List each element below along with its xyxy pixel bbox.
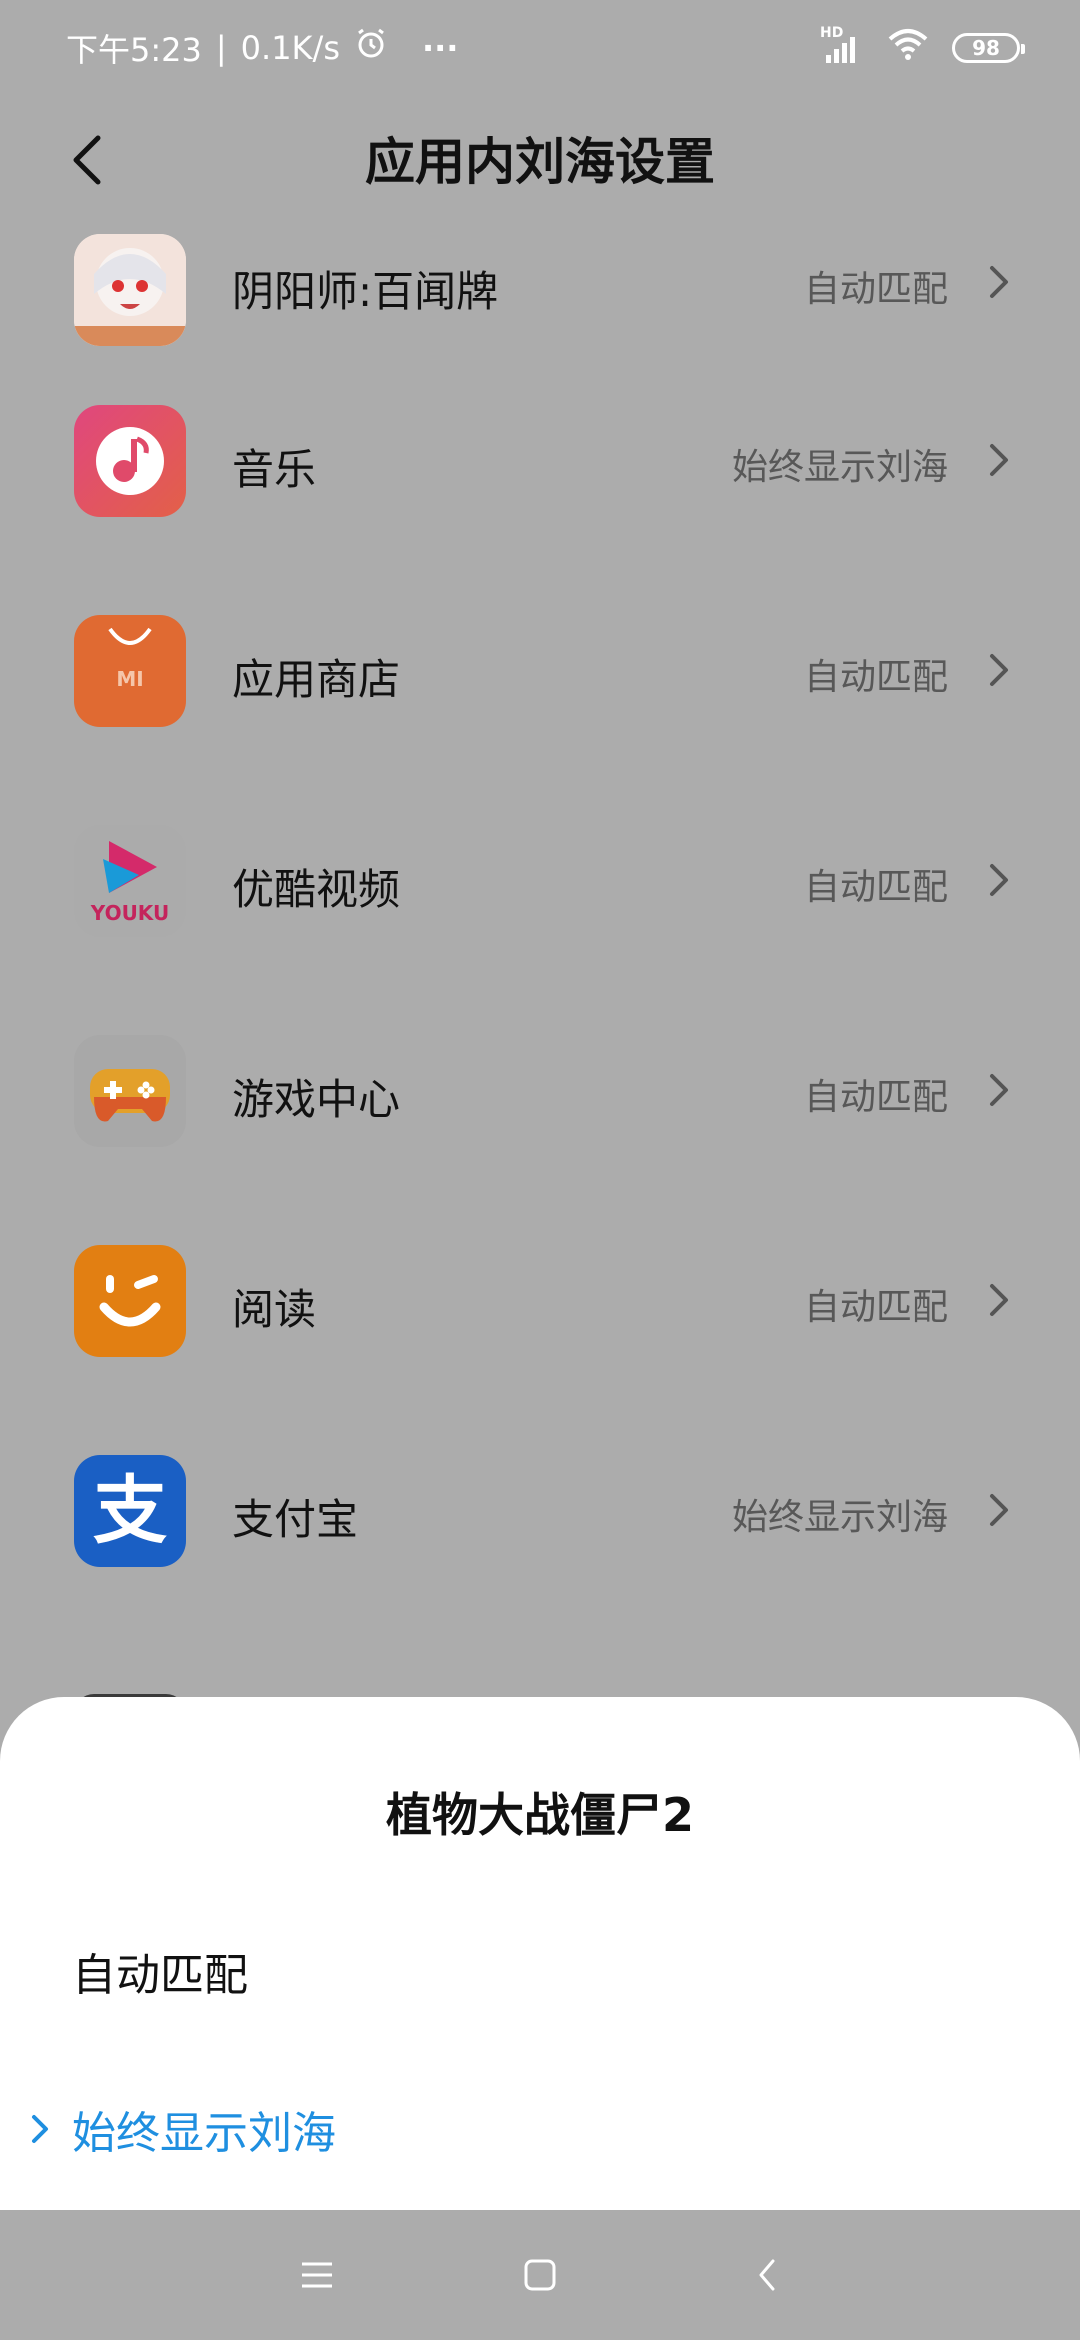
chevron-right-icon — [990, 266, 1008, 298]
youku-icon-text: YOUKU — [90, 901, 170, 925]
app-row[interactable]: 游戏中心 自动匹配 — [0, 986, 1080, 1196]
battery-icon: 98 — [952, 33, 1025, 63]
youku-icon: YOUKU — [74, 825, 186, 937]
app-name: 游戏中心 — [232, 1075, 401, 1124]
app-notch-setting: 自动匹配 — [803, 269, 948, 310]
app-notch-setting: 始终显示刘海 — [731, 447, 948, 488]
chevron-right-icon — [990, 1074, 1008, 1106]
app-name: 阅读 — [232, 1285, 317, 1334]
menu-icon — [302, 2262, 332, 2288]
chevron-right-icon — [990, 1494, 1008, 1526]
alipay-icon-glyph: 支 — [93, 1468, 167, 1554]
navigation-bar — [0, 2210, 1080, 2340]
app-notch-setting: 自动匹配 — [803, 867, 948, 908]
more-notifications-icon: ··· — [421, 29, 459, 67]
app-name: 阴阳师:百闻牌 — [232, 267, 499, 316]
back-nav-button[interactable] — [742, 2250, 792, 2300]
chevron-right-icon — [990, 864, 1008, 896]
option-label: 始终显示刘海 — [72, 2108, 336, 2159]
back-button[interactable] — [60, 132, 116, 188]
app-row[interactable]: 阅读 自动匹配 — [0, 1196, 1080, 1406]
home-icon — [524, 2259, 556, 2291]
app-name: 音乐 — [232, 445, 317, 494]
app-name: 支付宝 — [232, 1495, 359, 1544]
reader-icon — [74, 1245, 186, 1357]
battery-level: 98 — [972, 36, 1000, 60]
page-title: 应用内刘海设置 — [365, 133, 715, 191]
app-notch-setting: 自动匹配 — [803, 1287, 948, 1328]
music-icon — [74, 405, 186, 517]
chevron-right-icon — [990, 1284, 1008, 1316]
alipay-icon: 支 — [74, 1455, 186, 1567]
selected-chevron-icon — [32, 2115, 48, 2143]
app-notch-setting: 始终显示刘海 — [731, 1497, 948, 1538]
chevron-left-icon — [73, 135, 101, 185]
chevron-right-icon — [990, 654, 1008, 686]
app-row[interactable]: MI 应用商店 自动匹配 — [0, 566, 1080, 776]
app-row[interactable]: 支 支付宝 始终显示刘海 — [0, 1406, 1080, 1616]
status-separator: | — [215, 29, 227, 67]
status-time: 下午5:23 — [66, 31, 202, 69]
game-center-icon — [74, 1035, 186, 1147]
back-icon — [759, 2259, 775, 2291]
app-store-icon: MI — [74, 615, 186, 727]
home-button[interactable] — [515, 2250, 565, 2300]
chevron-right-icon — [990, 444, 1008, 476]
option-label: 自动匹配 — [72, 1950, 248, 2001]
signal-icon: HD — [820, 25, 864, 65]
menu-button[interactable] — [292, 2250, 342, 2300]
app-row[interactable]: YOUKU 优酷视频 自动匹配 — [0, 776, 1080, 986]
alarm-icon — [354, 27, 388, 69]
notch-option-sheet: 植物大战僵尸2 自动匹配 始终显示刘海 — [0, 1697, 1080, 2210]
app-store-icon-text: MI — [116, 667, 144, 691]
app-name: 优酷视频 — [232, 865, 401, 914]
option-always-show-notch[interactable]: 始终显示刘海 — [0, 2069, 1080, 2189]
app-name: 应用商店 — [232, 655, 401, 704]
app-row[interactable]: 阴阳师:百闻牌 自动匹配 — [0, 210, 1080, 356]
wifi-icon — [886, 27, 930, 69]
option-auto-match[interactable]: 自动匹配 — [0, 1911, 1080, 2031]
sheet-title: 植物大战僵尸2 — [385, 1788, 694, 1842]
app-row[interactable]: 音乐 始终显示刘海 — [0, 356, 1080, 566]
app-notch-setting: 自动匹配 — [803, 1077, 948, 1118]
status-left: 下午5:23 | 0.1K/s ··· — [66, 25, 458, 71]
app-notch-setting: 自动匹配 — [803, 657, 948, 698]
onmyoji-icon — [74, 234, 186, 346]
status-right: HD 98 — [820, 25, 1025, 69]
title-bar: 应用内刘海设置 — [0, 110, 1080, 206]
network-speed: 0.1K/s — [240, 29, 340, 67]
status-bar: 下午5:23 | 0.1K/s ··· HD 98 — [0, 0, 1080, 96]
